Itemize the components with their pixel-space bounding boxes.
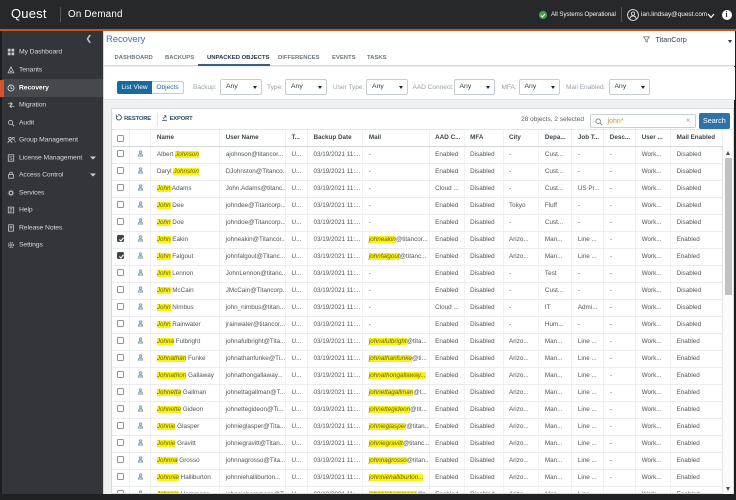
svg-text:S: S (9, 156, 13, 162)
